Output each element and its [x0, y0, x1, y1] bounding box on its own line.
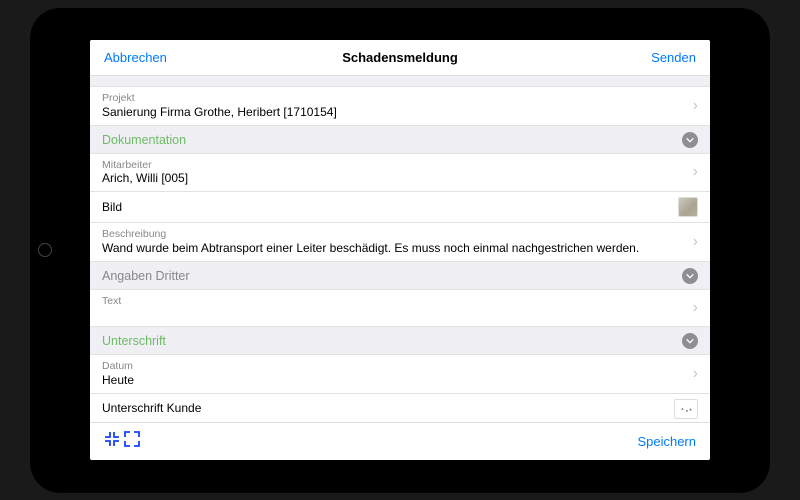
field-value: Arich, Willi [005] — [102, 171, 693, 186]
image-thumbnail — [678, 197, 698, 217]
row-customer-signature[interactable]: Unterschrift Kunde — [90, 394, 710, 422]
save-button[interactable]: Speichern — [637, 434, 696, 449]
cancel-button[interactable]: Abbrechen — [104, 50, 167, 65]
chevron-right-icon: › — [693, 234, 698, 250]
section-header-third-party[interactable]: Angaben Dritter — [90, 262, 710, 289]
expand-icon[interactable] — [124, 431, 140, 452]
chevron-right-icon: › — [693, 98, 698, 114]
field-value: Sanierung Firma Grothe, Heribert [171015… — [102, 105, 693, 120]
field-value — [102, 307, 693, 321]
section-title: Dokumentation — [102, 133, 186, 147]
chevron-right-icon: › — [693, 164, 698, 180]
field-label: Mitarbeiter — [102, 159, 693, 172]
device-frame: Abbrechen Schadensmeldung Senden Projekt… — [30, 8, 770, 493]
collapse-toggle-icon[interactable] — [682, 333, 698, 349]
resize-controls[interactable] — [104, 431, 140, 452]
section-header-documentation[interactable]: Dokumentation — [90, 126, 710, 153]
field-label: Projekt — [102, 92, 693, 105]
field-label: Text — [102, 295, 693, 308]
field-label: Datum — [102, 360, 693, 373]
field-label: Unterschrift Kunde — [102, 401, 674, 416]
row-project[interactable]: Projekt Sanierung Firma Grothe, Heribert… — [90, 86, 710, 126]
row-third-party-text[interactable]: Text › — [90, 289, 710, 328]
field-value: Wand wurde beim Abtransport einer Leiter… — [102, 241, 693, 256]
field-label: Bild — [102, 200, 678, 215]
collapse-toggle-icon[interactable] — [682, 268, 698, 284]
collapse-toggle-icon[interactable] — [682, 132, 698, 148]
form-content: Projekt Sanierung Firma Grothe, Heribert… — [90, 76, 710, 422]
row-employee[interactable]: Mitarbeiter Arich, Willi [005] › — [90, 153, 710, 193]
contract-icon[interactable] — [104, 431, 120, 452]
section-title: Unterschrift — [102, 334, 166, 348]
bottom-toolbar: Speichern — [90, 422, 710, 460]
signature-thumbnail — [674, 399, 698, 419]
section-header-signature[interactable]: Unterschrift — [90, 327, 710, 354]
home-button[interactable] — [38, 243, 52, 257]
chevron-right-icon: › — [693, 366, 698, 382]
row-date[interactable]: Datum Heute › — [90, 354, 710, 394]
chevron-right-icon: › — [693, 300, 698, 316]
row-image[interactable]: Bild — [90, 192, 710, 223]
page-title: Schadensmeldung — [342, 50, 458, 65]
send-button[interactable]: Senden — [651, 50, 696, 65]
row-description[interactable]: Beschreibung Wand wurde beim Abtransport… — [90, 223, 710, 262]
navbar: Abbrechen Schadensmeldung Senden — [90, 40, 710, 76]
section-title: Angaben Dritter — [102, 269, 190, 283]
field-value: Heute — [102, 373, 693, 388]
app-screen: Abbrechen Schadensmeldung Senden Projekt… — [90, 40, 710, 460]
field-label: Beschreibung — [102, 228, 693, 241]
spacer — [90, 76, 710, 86]
